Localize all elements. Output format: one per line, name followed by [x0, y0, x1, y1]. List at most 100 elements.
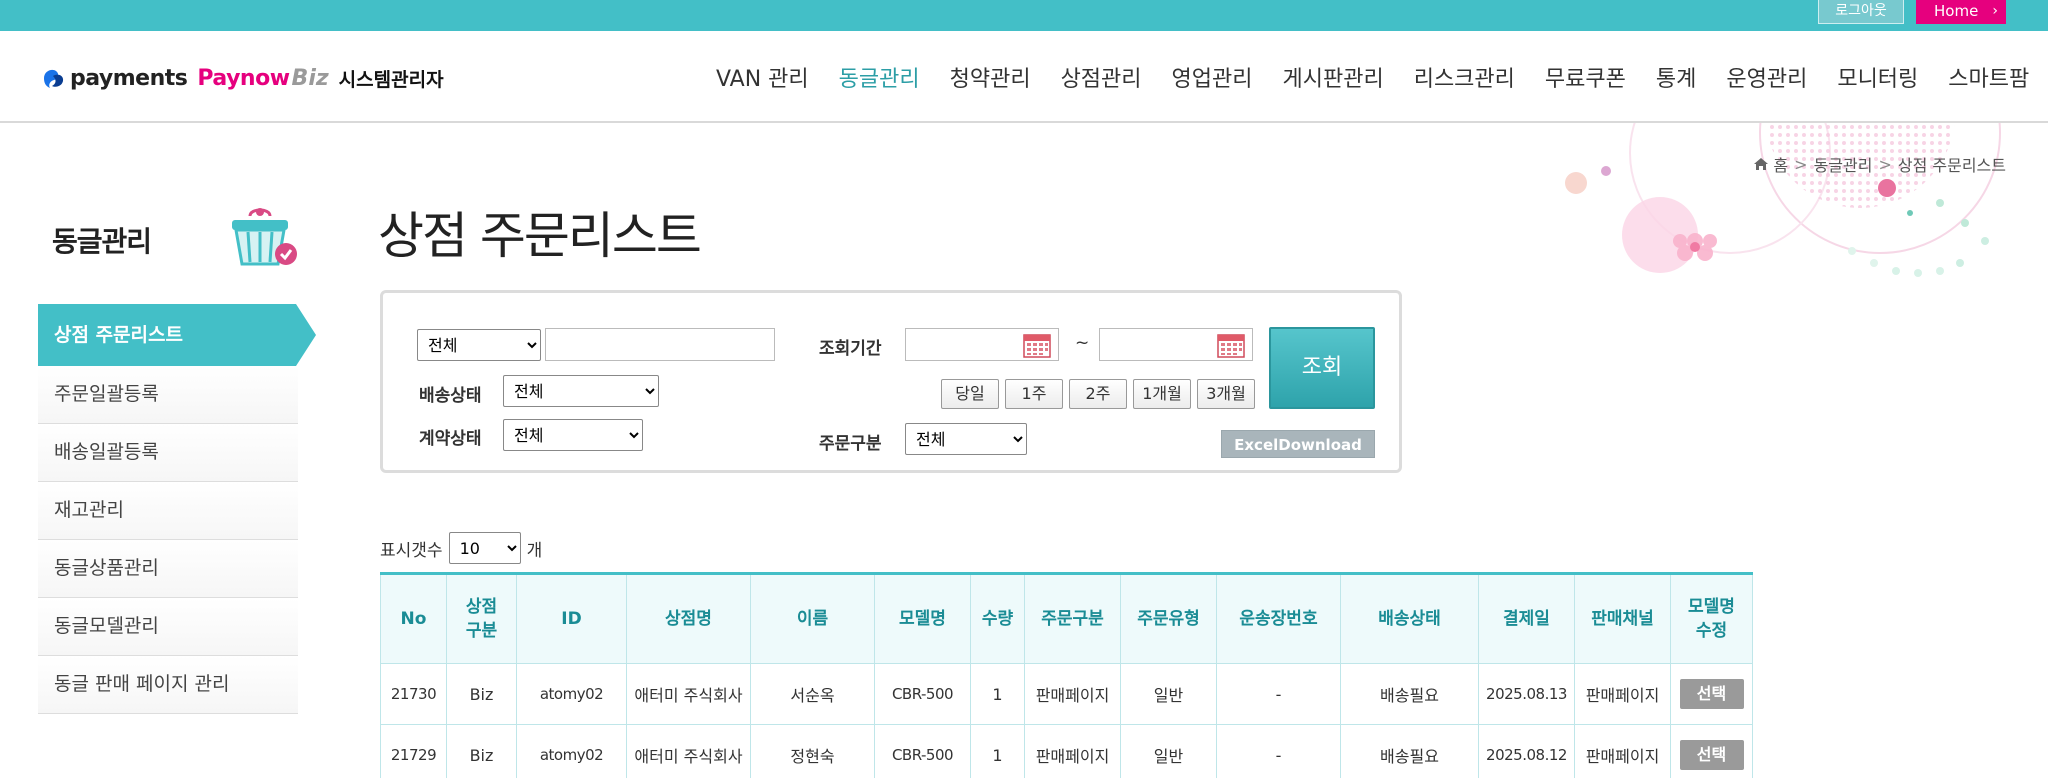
breadcrumb-current: 상점 주문리스트: [1897, 156, 2006, 175]
contract-status-label: 계약상태: [419, 429, 482, 449]
breadcrumb-separator: >: [1794, 154, 1808, 174]
date-range-tilde: ~: [1075, 333, 1090, 353]
logo-payments-text: payments: [70, 65, 188, 91]
sidebar-item-bulk-order[interactable]: 주문일괄등록: [38, 366, 298, 424]
gnb-van[interactable]: VAN 관리: [716, 61, 809, 93]
select-button[interactable]: 선택: [1679, 740, 1744, 770]
order-type-select[interactable]: 전체: [905, 423, 1027, 455]
gnb-risk[interactable]: 리스크관리: [1414, 61, 1515, 93]
table-header-row: No 상점 구분 ID 상점명 이름 모델명 수량 주문구분 주문유형 운송장번…: [380, 573, 1753, 664]
cell-delivery-status: 배송필요: [1340, 663, 1479, 725]
cell-model: CBR-500: [874, 724, 971, 778]
home-button[interactable]: Home ›: [1916, 0, 2006, 24]
col-header: 주문유형: [1120, 573, 1217, 664]
gnb-smartfarm[interactable]: 스마트팜: [1948, 61, 2029, 93]
order-table: No 상점 구분 ID 상점명 이름 모델명 수량 주문구분 주문유형 운송장번…: [380, 572, 1753, 778]
cell-no: 21730: [380, 663, 447, 725]
cell-name: 서순옥: [750, 663, 875, 725]
col-header: 배송상태: [1340, 573, 1479, 664]
home-icon: [1754, 158, 1769, 170]
page-size-select[interactable]: 10: [448, 532, 521, 564]
cell-model-edit: 선택: [1670, 663, 1753, 725]
logo[interactable]: payments Paynow Biz 시스템관리자: [40, 63, 444, 93]
delivery-status-select[interactable]: 전체: [503, 375, 659, 407]
top-bar: 로그아웃 Home ›: [0, 0, 2048, 31]
period-today-button[interactable]: 당일: [941, 379, 999, 409]
logo-paynow-text: Paynow: [197, 65, 290, 91]
search-panel: 전체 배송상태 전체 계약상태 전체 조회기간 ~ 당일 1주 2주 1개월 3…: [380, 290, 1402, 473]
header: payments Paynow Biz 시스템관리자 VAN 관리 동글관리 청…: [0, 31, 2048, 123]
period-3month-button[interactable]: 3개월: [1197, 379, 1255, 409]
cell-model-edit: 선택: [1670, 724, 1753, 778]
sidebar-item-dongle-product[interactable]: 동글상품관리: [38, 540, 298, 598]
keyword-input[interactable]: [545, 328, 775, 361]
page-title: 상점 주문리스트: [378, 207, 702, 265]
gnb-operation[interactable]: 운영관리: [1726, 61, 1807, 93]
sidebar-item-dongle-model[interactable]: 동글모델관리: [38, 598, 298, 656]
cell-tracking-no: -: [1216, 724, 1341, 778]
col-header: 상점 구분: [446, 573, 517, 664]
select-button[interactable]: 선택: [1679, 679, 1744, 709]
breadcrumb-section[interactable]: 동글관리: [1814, 152, 1873, 176]
period-1month-button[interactable]: 1개월: [1133, 379, 1191, 409]
global-nav: VAN 관리 동글관리 청약관리 상점관리 영업관리 게시판관리 리스크관리 무…: [716, 61, 2029, 93]
sidebar-item-dongle-sales-page[interactable]: 동글 판매 페이지 관리: [38, 656, 298, 714]
cell-order-type: 일반: [1120, 663, 1217, 725]
contract-status-select[interactable]: 전체: [503, 419, 643, 451]
cell-pay-date: 2025.08.13: [1478, 663, 1575, 725]
gnb-stats[interactable]: 통계: [1656, 61, 1696, 93]
cell-order-category: 판매페이지: [1024, 663, 1121, 725]
period-2week-button[interactable]: 2주: [1069, 379, 1127, 409]
delivery-status-label: 배송상태: [419, 386, 482, 406]
chevron-right-icon: ›: [1992, 3, 1998, 19]
sidebar-item-bulk-delivery[interactable]: 배송일괄등록: [38, 424, 298, 482]
cell-name: 정현숙: [750, 724, 875, 778]
page-size-unit: 개: [526, 540, 543, 561]
gnb-monitoring[interactable]: 모니터링: [1837, 61, 1918, 93]
logout-button[interactable]: 로그아웃: [1818, 0, 1904, 24]
excel-download-button[interactable]: ExcelDownload: [1221, 430, 1375, 458]
calendar-icon[interactable]: [1217, 332, 1245, 358]
cell-quantity: 1: [970, 663, 1025, 725]
col-header: 모델명 수정: [1670, 573, 1753, 664]
basket-icon: [232, 208, 297, 266]
sidebar-item-inventory[interactable]: 재고관리: [38, 482, 298, 540]
breadcrumb-home[interactable]: 홈: [1773, 152, 1788, 176]
cell-sales-channel: 판매페이지: [1574, 663, 1671, 725]
decorative-flowers-image: [1565, 123, 2001, 277]
cell-id[interactable]: atomy02: [516, 663, 627, 725]
table-row[interactable]: 21730 Biz atomy02 애터미 주식회사 서순옥 CBR-500 1…: [380, 663, 1753, 725]
cell-store-type: Biz: [446, 724, 517, 778]
col-header: 이름: [750, 573, 875, 664]
page-size-row: 표시갯수 10 개: [380, 532, 542, 564]
col-header: 모델명: [874, 573, 971, 664]
order-type-label: 주문구분: [819, 434, 882, 454]
gnb-dongle[interactable]: 동글관리: [839, 61, 920, 93]
table-row[interactable]: 21729 Biz atomy02 애터미 주식회사 정현숙 CBR-500 1…: [380, 724, 1753, 778]
breadcrumb: 홈 > 동글관리 > 상점 주문리스트: [1753, 152, 2006, 176]
search-button[interactable]: 조회: [1269, 327, 1375, 409]
lnb-title: 동글관리: [52, 225, 152, 258]
col-header: 결제일: [1478, 573, 1575, 664]
cell-store-name: 애터미 주식회사: [626, 663, 751, 725]
gnb-free-coupon[interactable]: 무료쿠폰: [1545, 61, 1626, 93]
cell-id[interactable]: atomy02: [516, 724, 627, 778]
gnb-store[interactable]: 상점관리: [1061, 61, 1142, 93]
sidebar-menu: 상점 주문리스트 주문일괄등록 배송일괄등록 재고관리 동글상품관리 동글모델관…: [38, 304, 316, 714]
gnb-subscription[interactable]: 청약관리: [950, 61, 1031, 93]
breadcrumb-separator: >: [1878, 154, 1892, 174]
gnb-sales[interactable]: 영업관리: [1172, 61, 1253, 93]
cell-tracking-no: -: [1216, 663, 1341, 725]
gnb-board[interactable]: 게시판관리: [1283, 61, 1384, 93]
cell-pay-date: 2025.08.12: [1478, 724, 1575, 778]
col-header: 상점명: [626, 573, 751, 664]
calendar-icon[interactable]: [1023, 332, 1051, 358]
col-header: 판매채널: [1574, 573, 1671, 664]
cell-sales-channel: 판매페이지: [1574, 724, 1671, 778]
col-header: ID: [516, 573, 627, 664]
sidebar-item-store-order-list[interactable]: 상점 주문리스트: [38, 304, 316, 366]
keyword-type-select[interactable]: 전체: [417, 329, 541, 361]
col-header: 수량: [970, 573, 1025, 664]
period-1week-button[interactable]: 1주: [1005, 379, 1063, 409]
col-header: No: [380, 573, 447, 664]
